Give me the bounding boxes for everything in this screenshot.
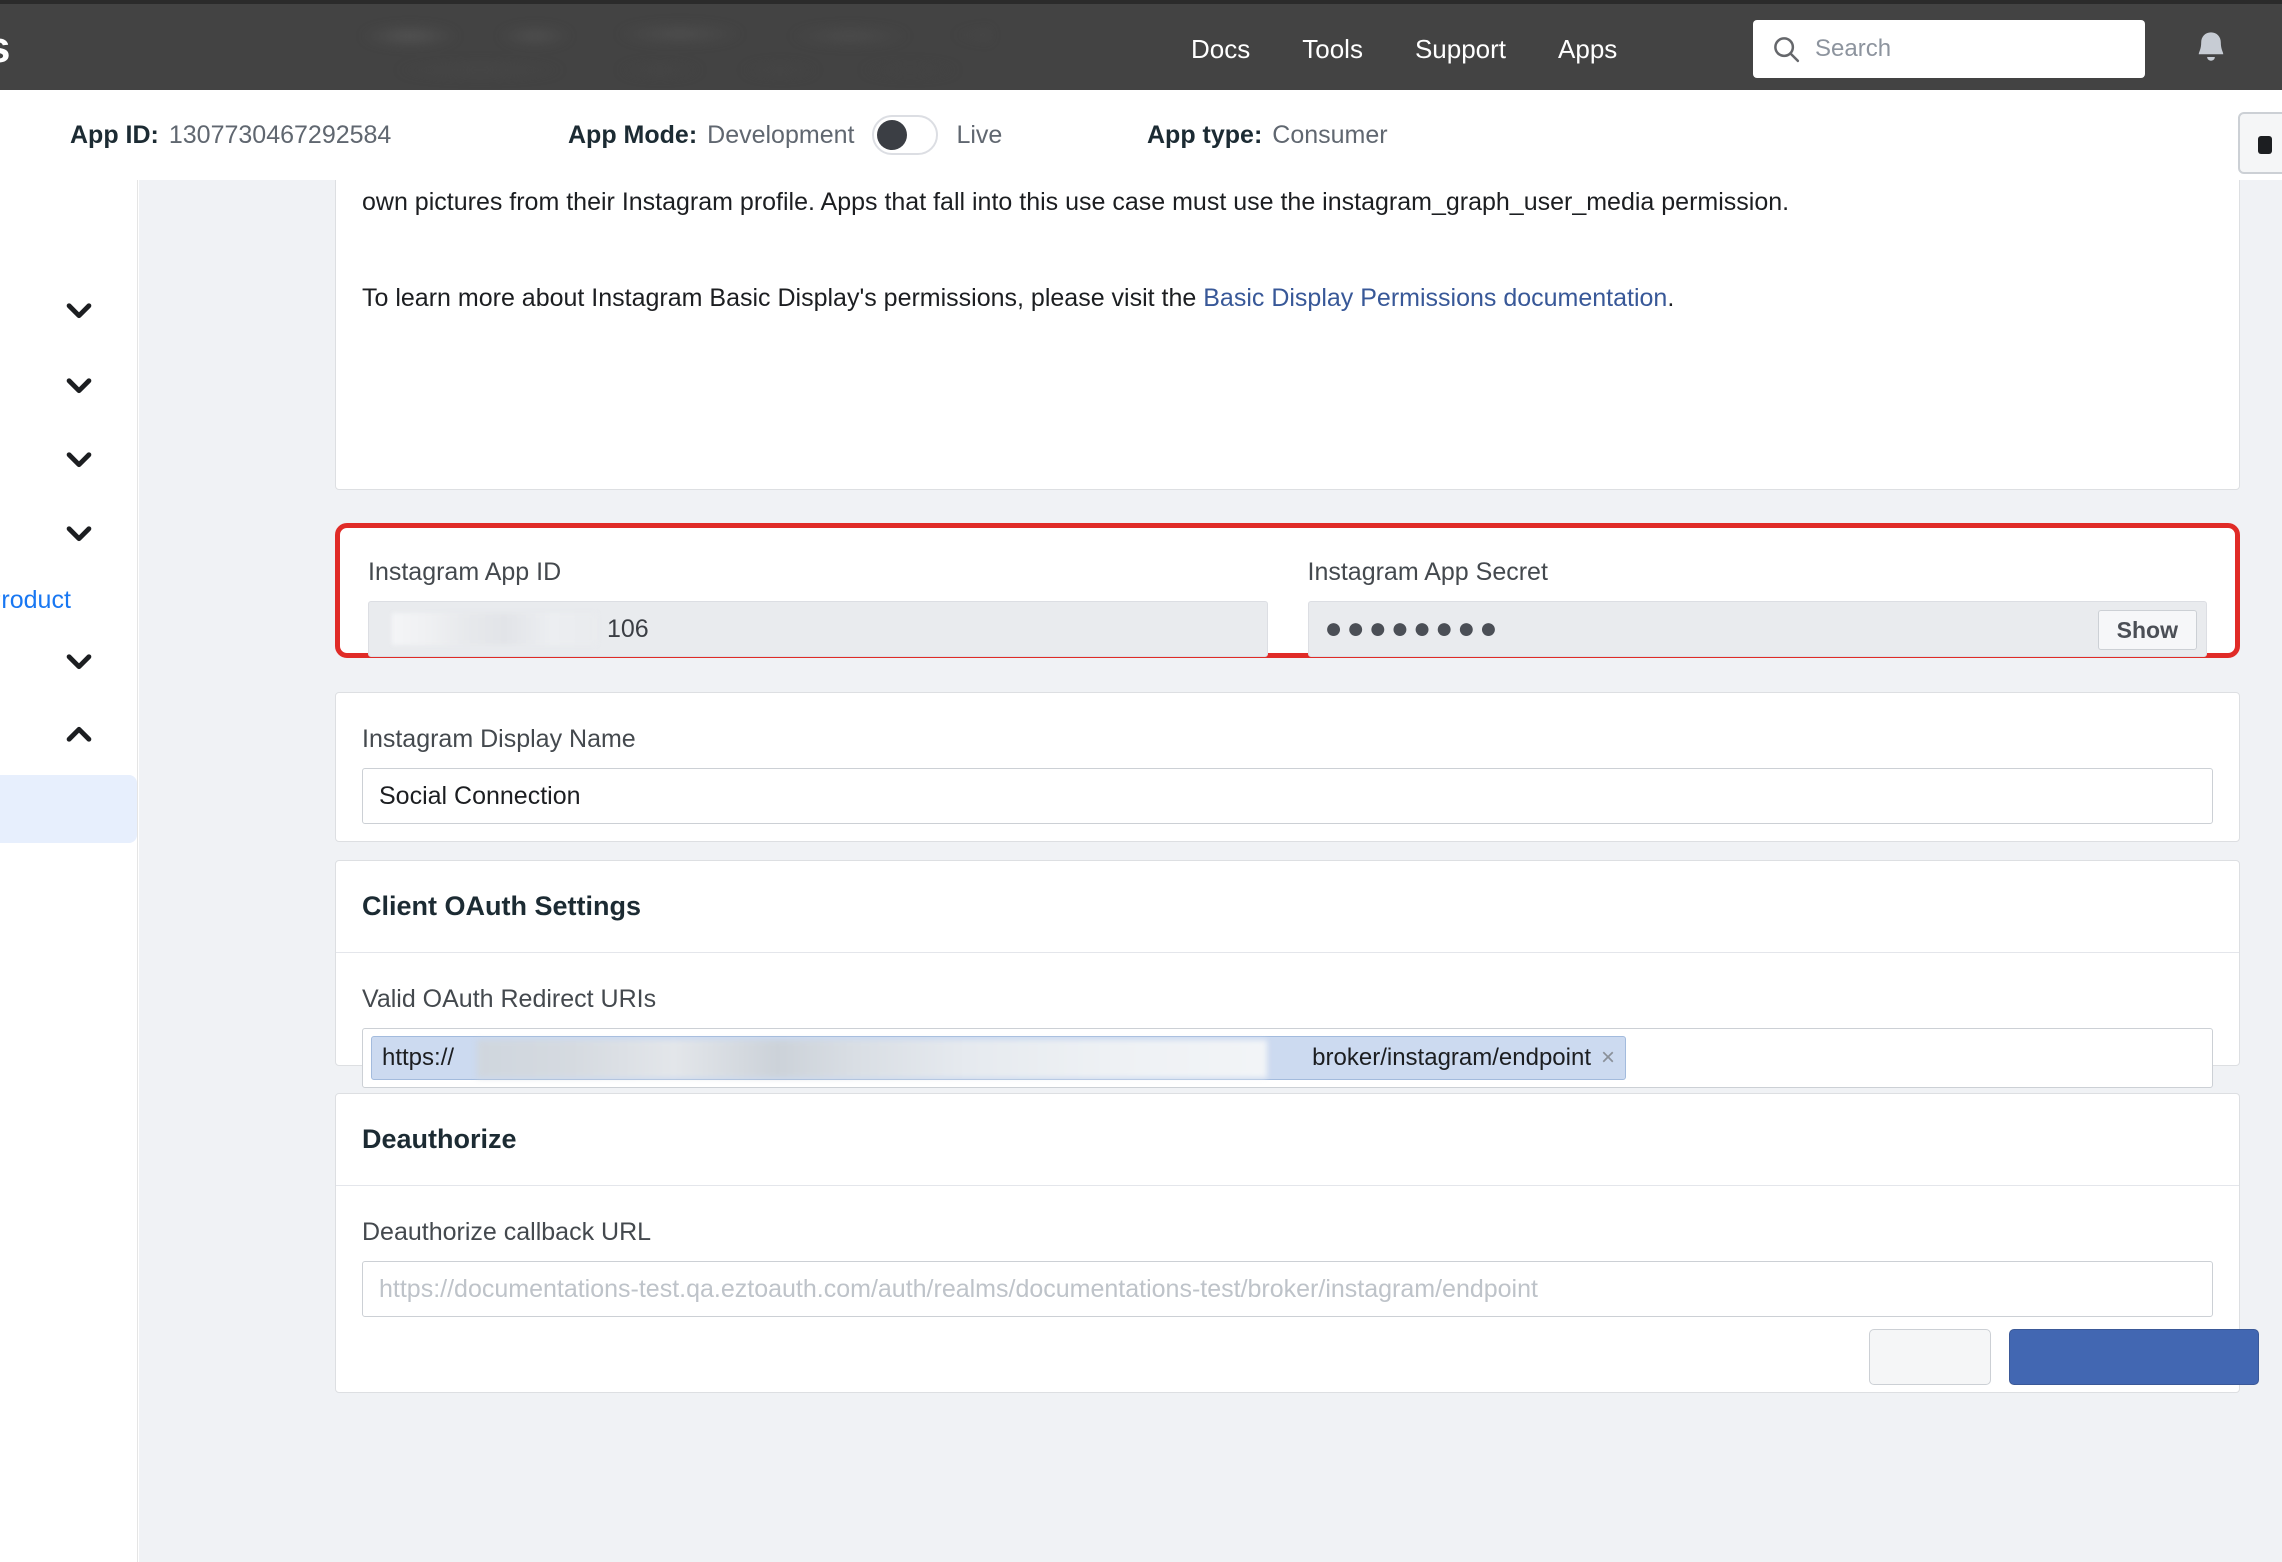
form-action-buttons xyxy=(1869,1329,2259,1385)
deauthorize-callback-url-input[interactable] xyxy=(362,1261,2213,1317)
sidebar-item-active[interactable] xyxy=(0,775,137,843)
app-info-bar: App ID: 1307730467292584 App Mode: Devel… xyxy=(0,90,2282,180)
redacted-uri-overlay xyxy=(477,1040,1267,1078)
main-content: This permission is meant for apps that a… xyxy=(317,180,2282,1562)
learn-more-suffix: . xyxy=(1667,284,1675,312)
app-id-value: 1307730467292584 xyxy=(168,120,392,149)
save-changes-button[interactable] xyxy=(2009,1329,2259,1385)
overflow-glyph xyxy=(2258,136,2272,154)
page-body: dd Product This permission is meant for … xyxy=(0,180,2282,1562)
nav-item-docs[interactable]: Docs xyxy=(1165,34,1276,65)
chevron-down-icon[interactable] xyxy=(62,442,96,476)
chevron-down-icon[interactable] xyxy=(62,368,96,402)
search-input[interactable] xyxy=(1813,34,2127,64)
instagram-app-secret-group: Instagram App Secret ●●●●●●●● Show xyxy=(1307,558,2207,657)
permission-info-card: This permission is meant for apps that a… xyxy=(335,180,2240,490)
instagram-app-id-label: Instagram App ID xyxy=(368,558,562,586)
global-header: s Docs Tools Support Apps xyxy=(0,0,2282,90)
masked-secret-value: ●●●●●●●● xyxy=(1324,612,1502,645)
redirect-uri-token[interactable]: https:// broker/instagram/endpoint × xyxy=(371,1036,1626,1080)
app-mode-label: App Mode: xyxy=(568,120,698,149)
chevron-down-icon[interactable] xyxy=(62,516,96,550)
valid-oauth-redirect-uris-input[interactable]: https:// broker/instagram/endpoint × xyxy=(362,1028,2213,1088)
deauthorize-callback-url-label: Deauthorize callback URL xyxy=(362,1218,652,1246)
redacted-app-name xyxy=(350,12,990,84)
app-mode-field: App Mode: Development Live xyxy=(568,115,1002,155)
content-gutter xyxy=(139,180,317,1562)
instagram-app-id-input[interactable] xyxy=(368,601,1268,657)
app-mode-toggle[interactable] xyxy=(872,115,939,155)
redirect-uri-suffix: broker/instagram/endpoint xyxy=(1312,1044,1591,1071)
deauthorize-title: Deauthorize xyxy=(336,1094,2239,1186)
instagram-display-name-label: Instagram Display Name xyxy=(362,725,636,753)
app-id-field: App ID: 1307730467292584 xyxy=(70,121,391,150)
permission-description: This permission is meant for apps that a… xyxy=(362,188,1790,216)
sidebar: dd Product xyxy=(0,180,138,1562)
instagram-credentials-card: Instagram App ID Instagram App Secret ●●… xyxy=(335,523,2240,658)
sidebar-add-product-link[interactable]: dd Product xyxy=(0,586,71,615)
notification-bell-icon[interactable] xyxy=(2190,28,2232,70)
instagram-display-name-input[interactable] xyxy=(362,768,2213,824)
nav-item-support[interactable]: Support xyxy=(1389,34,1532,65)
nav-item-tools[interactable]: Tools xyxy=(1276,34,1389,65)
show-secret-button[interactable]: Show xyxy=(2097,610,2197,650)
basic-display-permissions-link[interactable]: Basic Display Permissions documentation xyxy=(1203,284,1667,312)
redirect-uri-prefix: https:// xyxy=(382,1044,455,1071)
global-nav: Docs Tools Support Apps xyxy=(1165,4,1643,94)
instagram-app-id-group: Instagram App ID xyxy=(368,558,1268,657)
client-oauth-settings-title: Client OAuth Settings xyxy=(336,861,2239,953)
cancel-button[interactable] xyxy=(1869,1329,1991,1385)
deauthorize-card: Deauthorize Deauthorize callback URL xyxy=(335,1093,2259,1393)
chevron-down-icon[interactable] xyxy=(62,644,96,678)
brand-logo[interactable]: s xyxy=(0,26,10,70)
client-oauth-settings-card: Client OAuth Settings Valid OAuth Redire… xyxy=(335,860,2240,1088)
app-mode-development-label: Development xyxy=(707,120,855,149)
toggle-knob xyxy=(877,120,908,150)
search-box[interactable] xyxy=(1753,20,2145,78)
learn-more-prefix: To learn more about Instagram Basic Disp… xyxy=(362,284,1204,312)
nav-item-apps[interactable]: Apps xyxy=(1532,34,1643,65)
remove-uri-icon[interactable]: × xyxy=(1601,1044,1615,1072)
app-mode-live-label: Live xyxy=(956,120,1003,149)
valid-oauth-redirect-uris-label: Valid OAuth Redirect URIs xyxy=(362,985,657,1013)
chevron-up-icon[interactable] xyxy=(62,718,96,752)
search-icon xyxy=(1774,37,1800,63)
app-type-value: Consumer xyxy=(1272,120,1388,149)
instagram-app-secret-input[interactable]: ●●●●●●●● xyxy=(1307,601,2207,657)
instagram-display-name-card: Instagram Display Name xyxy=(335,692,2240,842)
app-type-label: App type: xyxy=(1147,120,1263,149)
instagram-app-secret-label: Instagram App Secret xyxy=(1307,558,1548,586)
app-id-label: App ID: xyxy=(70,120,159,149)
app-type-field: App type: Consumer xyxy=(1147,121,1388,150)
chevron-down-icon[interactable] xyxy=(62,293,96,327)
appbar-overflow-button[interactable] xyxy=(2238,112,2282,174)
permission-learn-more: To learn more about Instagram Basic Disp… xyxy=(362,279,2213,317)
